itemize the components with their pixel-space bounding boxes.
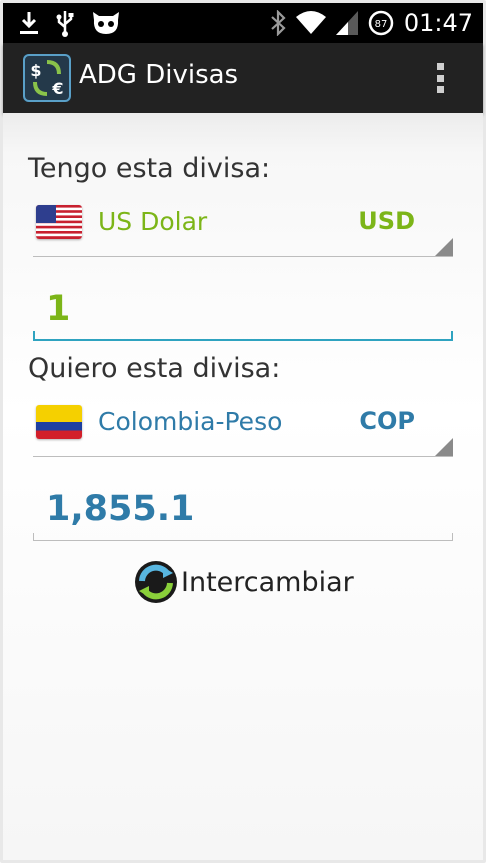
svg-text:$: $	[30, 61, 41, 80]
colombia-flag-icon	[36, 405, 82, 439]
signal-icon	[335, 11, 358, 35]
swap-button[interactable]: Intercambiar	[133, 557, 354, 607]
from-amount-input[interactable]: 1	[33, 279, 453, 341]
from-currency-code: USD	[358, 207, 415, 235]
overflow-menu-icon[interactable]	[437, 63, 445, 93]
bluetooth-icon	[271, 10, 286, 36]
swap-button-label: Intercambiar	[181, 566, 354, 598]
download-icon	[20, 12, 38, 34]
battery-icon: 87	[368, 10, 394, 36]
to-label: Quiero esta divisa:	[28, 353, 281, 384]
action-bar: $ € ADG Divisas	[3, 43, 483, 113]
to-currency-spinner[interactable]: Colombia-Peso COP	[33, 395, 453, 457]
app-logo-icon[interactable]: $ €	[23, 54, 71, 102]
converter-panel: Tengo esta divisa: US Dolar USD 1 Quiero…	[3, 113, 483, 860]
battery-level: 87	[374, 19, 387, 30]
spinner-arrow-icon	[435, 238, 453, 256]
app-title: ADG Divisas	[79, 60, 239, 90]
from-currency-name: US Dolar	[98, 207, 208, 236]
status-system: 87 01:47	[270, 9, 473, 37]
from-label: Tengo esta divisa:	[28, 153, 271, 184]
usb-icon	[56, 11, 74, 37]
wifi-icon	[295, 11, 326, 34]
us-flag-icon	[36, 205, 82, 239]
status-bar: 87 01:47	[3, 3, 483, 43]
to-amount-field[interactable]: 1,855.1	[33, 479, 453, 541]
cyanogen-mod-icon	[93, 12, 119, 34]
to-currency-name: Colombia-Peso	[98, 407, 283, 436]
svg-text:€: €	[51, 79, 63, 98]
to-amount-value: 1,855.1	[46, 489, 195, 529]
to-currency-code: COP	[359, 407, 415, 435]
from-amount-value: 1	[46, 289, 71, 329]
status-notifications	[19, 9, 121, 37]
from-currency-spinner[interactable]: US Dolar USD	[33, 195, 453, 257]
spinner-arrow-icon	[435, 438, 453, 456]
swap-arrows-icon	[135, 561, 177, 603]
status-time: 01:47	[403, 9, 473, 37]
